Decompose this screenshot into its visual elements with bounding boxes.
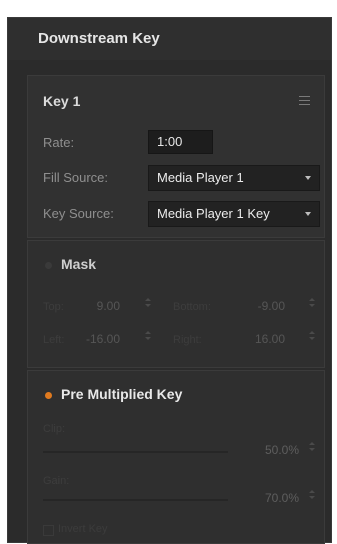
fill-source-label: Fill Source:	[43, 170, 109, 185]
pre-multiplied-toggle[interactable]	[45, 392, 52, 399]
mask-right-label: Right:	[173, 334, 202, 346]
panel-title: Downstream Key	[38, 30, 160, 47]
fill-source-value: Media Player 1	[157, 170, 244, 185]
clip-label: Clip:	[43, 423, 66, 435]
clip-slider[interactable]	[43, 451, 228, 453]
key-1-card: Key 1 Rate: 1:00 Fill Source: Media Play…	[27, 75, 325, 238]
mask-left-value[interactable]: -16.00	[80, 332, 120, 346]
mask-right-stepper[interactable]	[309, 331, 315, 343]
key-source-value: Media Player 1 Key	[157, 206, 270, 221]
mask-title: Mask	[61, 256, 97, 272]
gain-slider[interactable]	[43, 499, 228, 501]
mask-bottom-label: Bottom:	[173, 301, 211, 313]
key-source-label: Key Source:	[43, 206, 114, 221]
mask-toggle[interactable]	[45, 262, 52, 269]
invert-key-label: Invert Key	[58, 523, 108, 535]
fill-source-select[interactable]: Media Player 1	[148, 165, 320, 191]
pre-multiplied-title: Pre Multiplied Key	[61, 386, 183, 402]
chevron-down-icon	[305, 176, 311, 180]
invert-key-checkbox[interactable]	[43, 525, 54, 536]
gain-value[interactable]: 70.0%	[254, 491, 299, 505]
clip-stepper[interactable]	[309, 442, 315, 454]
key-source-select[interactable]: Media Player 1 Key	[148, 201, 320, 227]
mask-left-stepper[interactable]	[145, 331, 151, 343]
gain-stepper[interactable]	[309, 490, 315, 502]
pre-multiplied-key-card: Pre Multiplied Key Clip: 50.0% Gain: 70.…	[27, 370, 325, 544]
mask-bottom-value[interactable]: -9.00	[245, 299, 285, 313]
mask-bottom-stepper[interactable]	[309, 298, 315, 310]
mask-left-label: Left:	[43, 334, 65, 346]
panel-header: Downstream Key	[8, 18, 331, 60]
mask-right-value[interactable]: 16.00	[245, 332, 285, 346]
mask-top-value[interactable]: 9.00	[80, 299, 120, 313]
rate-label: Rate:	[43, 135, 75, 150]
chevron-down-icon	[305, 212, 311, 216]
rate-input[interactable]: 1:00	[148, 130, 213, 154]
downstream-key-panel: Downstream Key Key 1 Rate: 1:00 Fill Sou…	[7, 17, 332, 544]
mask-top-stepper[interactable]	[145, 298, 151, 310]
hamburger-menu-icon[interactable]	[299, 96, 310, 108]
mask-top-label: Top:	[43, 301, 64, 313]
mask-card: Mask Top: 9.00 Bottom: -9.00 Left: -16.0…	[27, 240, 325, 368]
clip-value[interactable]: 50.0%	[254, 443, 299, 457]
gain-label: Gain:	[43, 475, 70, 487]
key-title: Key 1	[43, 93, 81, 109]
